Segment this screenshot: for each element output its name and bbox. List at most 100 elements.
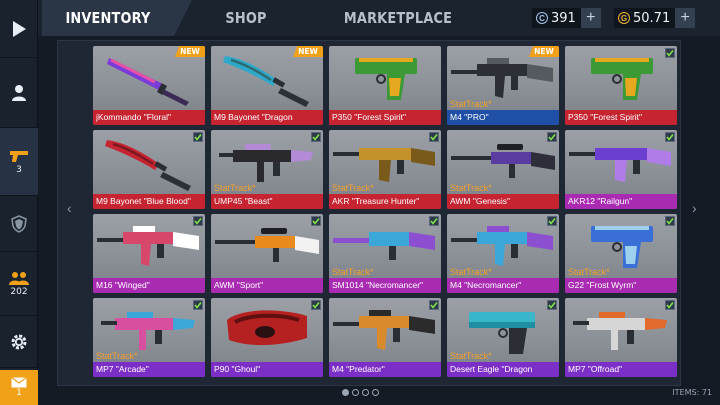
checkmark-icon [429, 300, 439, 310]
stattrack-label: StatTrack* [450, 99, 492, 109]
page-dot[interactable] [351, 389, 359, 396]
inventory-item-card[interactable]: M9 Bayonet "Blue Blood" [93, 130, 205, 209]
gold-value: 50.71 [633, 10, 671, 26]
new-badge: NEW [293, 46, 323, 57]
page-dot[interactable] [371, 389, 379, 396]
inventory-item-card[interactable]: jKommando "Floral" NEW [93, 46, 205, 125]
item-name: M4 "Predator" [329, 362, 441, 377]
inventory-item-card[interactable]: StatTrack* M4 "Necromancer" [447, 214, 559, 293]
friends-button[interactable]: 202 [0, 252, 38, 316]
inventory-item-card[interactable]: M16 "Winged" [93, 214, 205, 293]
checkmark-icon [429, 132, 439, 142]
buy-silver-button[interactable]: + [580, 8, 601, 28]
inventory-item-card[interactable]: P350 "Forest Spirit" [329, 46, 441, 125]
checkmark-icon [193, 216, 203, 226]
inventory-grid: jKommando "Floral" NEW M9 Bayonet "Dragon… [92, 46, 682, 382]
inventory-item-card[interactable]: StatTrack* M4 "PRO" NEW [447, 46, 559, 125]
inventory-item-card[interactable]: StatTrack* Desert Eagle "Dragon [447, 298, 559, 377]
items-count: ITEMS: 71 [672, 388, 712, 397]
play-icon [13, 20, 26, 37]
weapon-image [105, 140, 191, 191]
gold-coin-icon: G [618, 12, 630, 24]
weapons-button[interactable]: 3 [0, 128, 38, 196]
gold-symbol: G [620, 13, 628, 23]
silver-coin-icon: C [536, 12, 548, 24]
stattrack-label: StatTrack* [332, 183, 374, 193]
shield-icon [11, 214, 27, 233]
page-dot[interactable] [341, 389, 349, 396]
settings-button[interactable] [0, 316, 38, 368]
tab-inventory[interactable]: INVENTORY [56, 0, 159, 36]
inventory-item-card[interactable]: StatTrack* AWM "Genesis" [447, 130, 559, 209]
inventory-item-card[interactable]: StatTrack* UMP45 "Beast" [211, 130, 323, 209]
weapon-image [591, 58, 653, 100]
tab-shop[interactable]: SHOP [212, 0, 281, 36]
stattrack-label: StatTrack* [450, 183, 492, 193]
page-indicator [0, 389, 720, 399]
checkmark-icon [547, 300, 557, 310]
inventory-item-card[interactable]: P90 "Ghoul" [211, 298, 323, 377]
tab-marketplace[interactable]: MARKETPLACE [338, 0, 458, 36]
item-name: M9 Bayonet "Dragon [211, 110, 323, 125]
item-name: AWM "Genesis" [447, 194, 559, 209]
item-name: SM1014 "Necromancer" [329, 278, 441, 293]
new-badge: NEW [175, 46, 205, 57]
stattrack-label: StatTrack* [332, 267, 374, 277]
inventory-item-card[interactable]: M9 Bayonet "Dragon NEW [211, 46, 323, 125]
checkmark-icon [429, 216, 439, 226]
buy-gold-button[interactable]: + [675, 8, 696, 28]
item-name: AKR "Treasure Hunter" [329, 194, 441, 209]
new-badge: NEW [529, 46, 559, 57]
prev-page-arrow[interactable]: ‹ [67, 200, 72, 216]
stattrack-label: StatTrack* [450, 267, 492, 277]
weapons-count: 3 [16, 164, 22, 175]
item-name: jKommando "Floral" [93, 110, 205, 125]
weapon-image [215, 228, 319, 262]
stattrack-label: StatTrack* [96, 351, 138, 361]
gear-icon [11, 334, 27, 349]
inventory-item-card[interactable]: MP7 "Offroad" [565, 298, 677, 377]
play-button[interactable] [0, 0, 38, 58]
inventory-item-card[interactable]: StatTrack* MP7 "Arcade" [93, 298, 205, 377]
item-name: P350 "Forest Spirit" [329, 110, 441, 125]
checkmark-icon [547, 216, 557, 226]
item-name: M9 Bayonet "Blue Blood" [93, 194, 205, 209]
weapon-image [569, 148, 671, 182]
item-name: MP7 "Offroad" [565, 362, 677, 377]
item-name: AKR12 "Railgun" [565, 194, 677, 209]
gold-currency: G 50.71 + [614, 8, 696, 28]
weapon-image [573, 312, 667, 350]
inventory-item-card[interactable]: StatTrack* SM1014 "Necromancer" [329, 214, 441, 293]
checkmark-icon [547, 132, 557, 142]
item-name: UMP45 "Beast" [211, 194, 323, 209]
weapon-image [97, 226, 199, 266]
item-name: P350 "Forest Spirit" [565, 110, 677, 125]
inventory-item-card[interactable]: AKR12 "Railgun" [565, 130, 677, 209]
profile-button[interactable] [0, 58, 38, 128]
checkmark-icon [193, 132, 203, 142]
inventory-item-card[interactable]: StatTrack* AKR "Treasure Hunter" [329, 130, 441, 209]
silver-value: 391 [551, 10, 576, 26]
item-name: P90 "Ghoul" [211, 362, 323, 377]
mail-button[interactable]: 1 [0, 370, 38, 405]
item-name: G22 "Frost Wyrm" [565, 278, 677, 293]
clan-button[interactable] [0, 196, 38, 252]
stattrack-label: StatTrack* [450, 351, 492, 361]
item-name: AWM "Sport" [211, 278, 323, 293]
next-page-arrow[interactable]: › [692, 200, 697, 216]
weapon-image [355, 58, 417, 100]
inventory-item-card[interactable]: P350 "Forest Spirit" [565, 46, 677, 125]
friends-icon [9, 271, 29, 285]
user-icon [12, 84, 26, 101]
item-name: M4 "Necromancer" [447, 278, 559, 293]
stattrack-label: StatTrack* [568, 267, 610, 277]
page-dot[interactable] [361, 389, 369, 396]
silver-symbol: C [539, 13, 545, 23]
mail-icon [11, 377, 27, 388]
inventory-item-card[interactable]: StatTrack* G22 "Frost Wyrm" [565, 214, 677, 293]
item-name: M16 "Winged" [93, 278, 205, 293]
weapon-image [227, 310, 307, 346]
inventory-item-card[interactable]: M4 "Predator" [329, 298, 441, 377]
item-name: Desert Eagle "Dragon [447, 362, 559, 377]
inventory-item-card[interactable]: AWM "Sport" [211, 214, 323, 293]
